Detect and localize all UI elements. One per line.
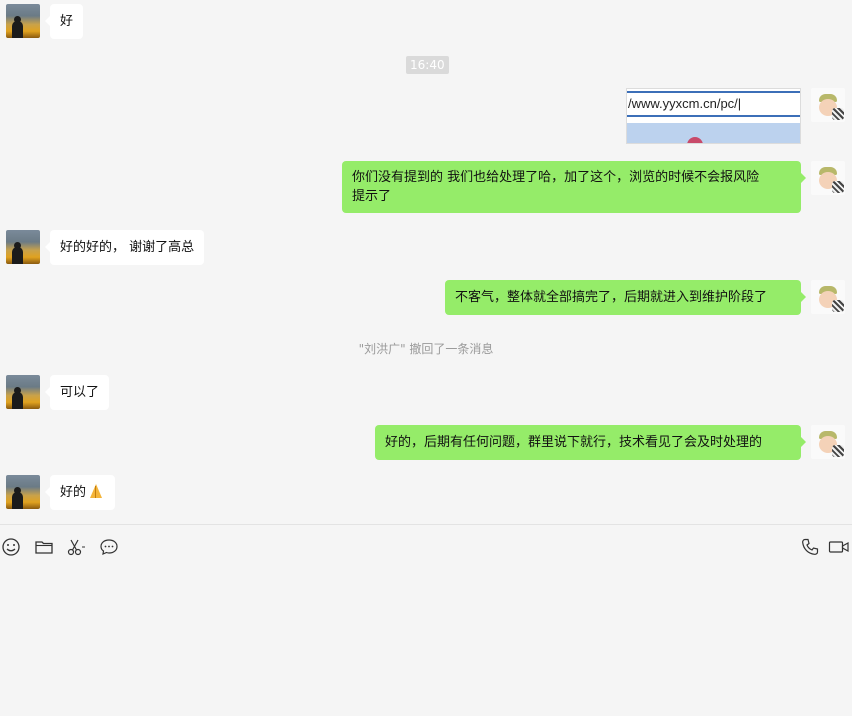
- received-message-bubble[interactable]: 可以了: [44, 375, 110, 410]
- sent-message-bubble[interactable]: 你们没有提到的 我们也给处理了哈，加了这个，浏览的时候不会报风险 提示了: [342, 161, 806, 213]
- contact-avatar[interactable]: [6, 4, 40, 38]
- contact-avatar[interactable]: [6, 375, 40, 409]
- sent-message-bubble[interactable]: 不客气，整体就全部搞完了，后期就进入到维护阶段了: [445, 280, 806, 315]
- message-text-line-2: 提示了: [352, 189, 392, 204]
- sent-screenshot-image[interactable]: /www.yyxcm.cn/pc/|: [626, 88, 801, 144]
- contact-avatar[interactable]: [6, 230, 40, 264]
- avatar-silhouette-body: [12, 247, 23, 264]
- self-avatar[interactable]: [811, 425, 845, 459]
- received-message-bubble[interactable]: 好: [44, 4, 84, 39]
- message-text: 可以了: [60, 385, 100, 400]
- video-camera-icon[interactable]: [828, 537, 850, 557]
- sent-message-bubble[interactable]: 好的，后期有任何问题，群里说下就行，技术看见了会及时处理的: [375, 425, 806, 460]
- emoji-icon[interactable]: [1, 537, 21, 557]
- message-text: 好的: [60, 485, 87, 500]
- avatar-silhouette-body: [12, 492, 23, 509]
- avatar-silhouette-body: [12, 21, 23, 38]
- self-avatar[interactable]: [811, 161, 845, 195]
- screenshot-graphic: [687, 137, 703, 143]
- avatar-silhouette-body: [12, 392, 23, 409]
- screenshot-url-text: /www.yyxcm.cn/pc/|: [627, 91, 800, 117]
- message-text: 不客气，整体就全部搞完了，后期就进入到维护阶段了: [455, 290, 768, 305]
- self-avatar[interactable]: [811, 88, 845, 122]
- avatar-toy: [832, 445, 844, 457]
- phone-icon[interactable]: [800, 537, 820, 557]
- recall-notice: "刘洪广" 撤回了一条消息: [358, 342, 494, 356]
- avatar-toy: [832, 181, 844, 193]
- received-message-bubble[interactable]: 好的好的， 谢谢了高总: [44, 230, 205, 265]
- pray-emoji-icon: [87, 484, 105, 498]
- message-text: 好的好的， 谢谢了高总: [60, 240, 195, 255]
- input-toolbar: [0, 524, 852, 716]
- timestamp-badge: 16:40: [406, 56, 449, 74]
- chat-message-area: 好 16:40 /www.yyxcm.cn/pc/| 你们没有提到的 我们也给处…: [0, 0, 852, 524]
- scissors-icon[interactable]: [66, 537, 86, 557]
- message-text-line-1: 你们没有提到的 我们也给处理了哈，加了这个，浏览的时候不会报风险: [352, 170, 760, 185]
- avatar-toy: [832, 300, 844, 312]
- message-text: 好: [60, 14, 74, 29]
- screenshot-content-area: [627, 123, 800, 143]
- contact-avatar[interactable]: [6, 475, 40, 509]
- chat-bubble-icon[interactable]: [99, 537, 119, 557]
- received-message-bubble[interactable]: 好的: [44, 475, 116, 510]
- avatar-toy: [832, 108, 844, 120]
- folder-icon[interactable]: [34, 537, 54, 557]
- message-text: 好的，后期有任何问题，群里说下就行，技术看见了会及时处理的: [385, 435, 763, 450]
- self-avatar[interactable]: [811, 280, 845, 314]
